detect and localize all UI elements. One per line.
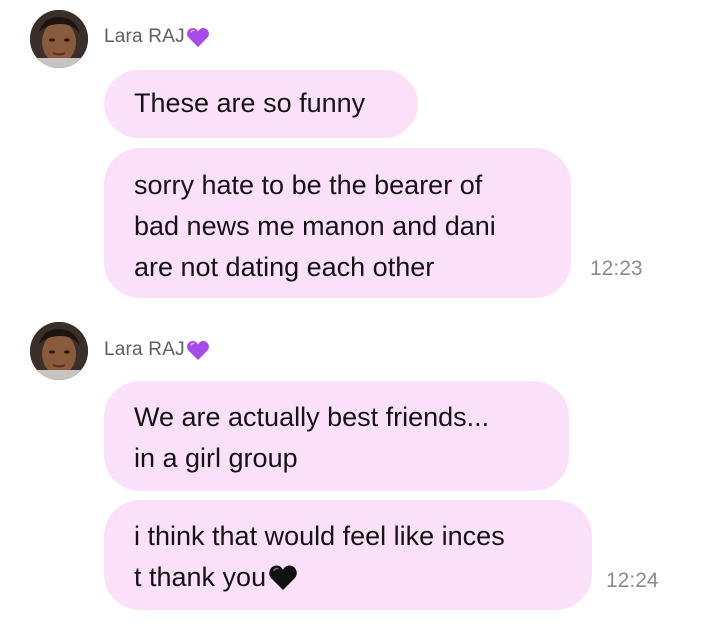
message-text-fragment: t thank you <box>134 562 267 592</box>
message-text-line: We are actually best friends... <box>134 402 490 432</box>
avatar-photo <box>30 322 88 380</box>
sender-name-label: Lara RAJ <box>104 26 185 47</box>
message-text-line: are not dating each other <box>134 252 435 282</box>
message-timestamp: 12:23 <box>590 257 643 280</box>
purple-heart-icon <box>186 340 209 360</box>
message-text-line: i think that would feel like inces <box>134 521 505 551</box>
message-text-line: sorry hate to be the bearer of <box>134 170 483 200</box>
message-text-line: bad news me manon and dani <box>134 211 496 241</box>
message-bubble[interactable]: sorry hate to be the bearer of bad news … <box>104 148 571 298</box>
black-heart-icon <box>269 565 297 590</box>
purple-heart-icon <box>186 27 209 47</box>
message-bubble[interactable]: These are so funny <box>104 70 418 138</box>
avatar[interactable] <box>30 322 88 380</box>
message-bubble[interactable]: We are actually best friends... in a gir… <box>104 381 569 491</box>
message-timestamp: 12:24 <box>606 569 659 592</box>
sender-name-label: Lara RAJ <box>104 339 185 360</box>
message-text-line: in a girl group <box>134 443 298 473</box>
message-bubble[interactable]: i think that would feel like inces t tha… <box>104 500 592 610</box>
message-text-line: t thank you <box>134 557 592 598</box>
avatar[interactable] <box>30 10 88 68</box>
sender-name: Lara RAJ <box>104 26 210 48</box>
avatar-photo <box>30 10 88 68</box>
message-text-line: These are so funny <box>134 88 366 118</box>
sender-name: Lara RAJ <box>104 339 210 361</box>
